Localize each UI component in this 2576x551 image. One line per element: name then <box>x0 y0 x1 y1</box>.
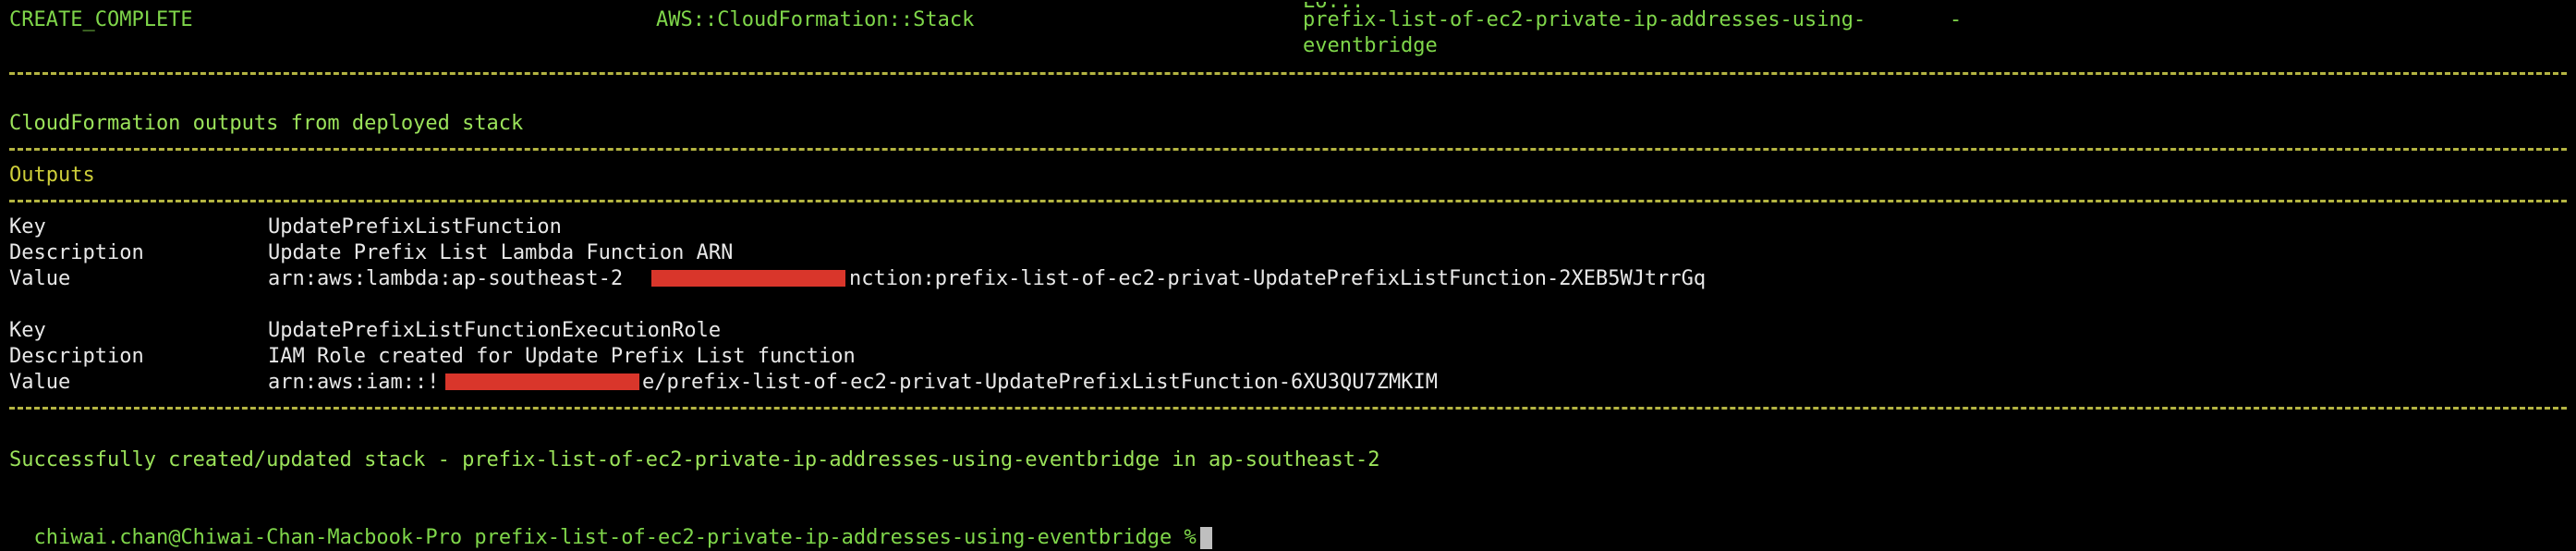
stack-status-row: CREATE_COMPLETE AWS::CloudFormation::Sta… <box>9 2 2569 33</box>
key-label: Key <box>9 215 46 239</box>
description-label: Description <box>9 345 144 368</box>
description-label: Description <box>9 241 144 264</box>
redaction-bar <box>651 270 845 287</box>
key-value: UpdatePrefixListFunction <box>268 215 562 239</box>
value-suffix: nction:prefix-list-of-ec2-privat-UpdateP… <box>849 267 1707 290</box>
output-2-key-row: Key UpdatePrefixListFunctionExecutionRol… <box>9 318 2569 344</box>
divider <box>9 407 2567 410</box>
value-label: Value <box>9 371 71 394</box>
redaction-bar <box>445 373 639 390</box>
outputs-title: Outputs <box>9 164 95 187</box>
divider <box>9 148 2567 151</box>
resource-type: AWS::CloudFormation::Stack <box>656 8 975 31</box>
success-message: Successfully created/updated stack - pre… <box>9 448 1380 471</box>
output-2-value-row: Value arn:aws:iam::! e/prefix-list-of-ec… <box>9 370 2569 396</box>
output-1-value-row: Value arn:aws:lambda:ap-southeast-2 ncti… <box>9 266 2569 292</box>
replacement: - <box>1950 8 1962 31</box>
text-cursor <box>1199 527 1212 549</box>
output-1-key-row: Key UpdatePrefixListFunction <box>9 214 2569 240</box>
output-2-desc-row: Description IAM Role created for Update … <box>9 344 2569 370</box>
key-value: UpdatePrefixListFunctionExecutionRole <box>268 319 722 342</box>
logical-id-line1: prefix-list-of-ec2-private-ip-addresses-… <box>1303 8 1866 31</box>
outputs-header: CloudFormation outputs from deployed sta… <box>9 112 524 135</box>
key-label: Key <box>9 319 46 342</box>
description-value: Update Prefix List Lambda Function ARN <box>268 241 734 264</box>
shell-prompt[interactable]: chiwai.chan@Chiwai-Chan-Macbook-Pro pref… <box>9 499 1212 549</box>
value-prefix: arn:aws:lambda:ap-southeast-2 <box>268 267 624 290</box>
prompt-text: chiwai.chan@Chiwai-Chan-Macbook-Pro pref… <box>33 526 1197 549</box>
description-value: IAM Role created for Update Prefix List … <box>268 345 856 368</box>
stack-status: CREATE_COMPLETE <box>9 8 193 31</box>
output-1-desc-row: Description Update Prefix List Lambda Fu… <box>9 240 2569 266</box>
logical-id-line2: eventbridge <box>1303 34 1438 57</box>
value-prefix: arn:aws:iam::! <box>268 371 440 394</box>
value-label: Value <box>9 267 71 290</box>
divider <box>9 72 2567 75</box>
divider <box>9 200 2567 202</box>
value-suffix: e/prefix-list-of-ec2-privat-UpdatePrefix… <box>642 371 1438 394</box>
